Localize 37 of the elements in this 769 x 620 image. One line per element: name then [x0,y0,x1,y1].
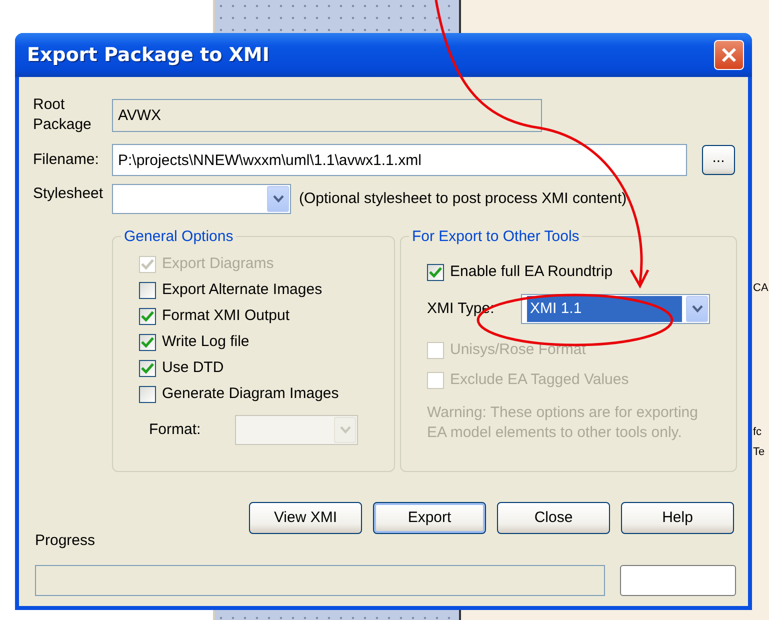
background-text: Te [753,445,765,460]
stylesheet-dropdown[interactable] [112,184,291,214]
checkbox-label: Export Alternate Images [162,280,322,300]
checkbox-label: Write Log file [162,332,250,352]
field-label: Stylesheet [33,184,104,204]
dropdown-value: XMI 1.1 [527,296,682,322]
dialog-button[interactable]: Help [621,502,734,534]
checkbox-label: Exclude EA Tagged Values [450,370,629,390]
field-label: Root Package [33,95,92,135]
field-label: Format: [148,420,202,440]
window-title: Export Package to XMI [27,42,270,68]
xmi-type-dropdown[interactable]: XMI 1.1 [521,294,710,324]
checkbox-label: Generate Diagram Images [162,384,339,404]
close-icon [721,47,737,63]
checkbox-label: Export Diagrams [162,254,274,274]
background-text: fc [753,425,762,440]
checkbox[interactable] [139,360,156,376]
checkbox[interactable] [427,264,444,280]
hint-text: (Optional stylesheet to post process XMI content) [299,189,627,209]
checkbox[interactable] [139,334,156,350]
dialog-button[interactable]: Export [373,502,486,534]
filename-field[interactable]: P:\projects\NNEW\wxxm\uml\1.1\avwx1.1.xml [112,144,687,176]
dialog-button[interactable]: View XMI [249,502,362,534]
close-button[interactable] [714,40,744,70]
warning-text: Warning: These options are for exporting EA model elements to other tools only. [427,403,699,443]
background-text: CA [753,281,768,296]
checkbox[interactable] [139,282,156,298]
dialog-button[interactable]: Close [497,502,610,534]
checkbox[interactable] [139,308,156,324]
root-package-field[interactable]: AVWX [112,98,542,132]
checkbox-label: Use DTD [162,358,224,378]
browse-button[interactable]: ... [702,145,735,175]
field-label: Filename: [33,150,100,170]
checkbox[interactable] [139,386,156,402]
checkbox-label: Enable full EA Roundtrip [450,262,613,282]
progress-label: Progress [35,531,96,551]
checkbox-label: Format XMI Output [162,306,290,326]
